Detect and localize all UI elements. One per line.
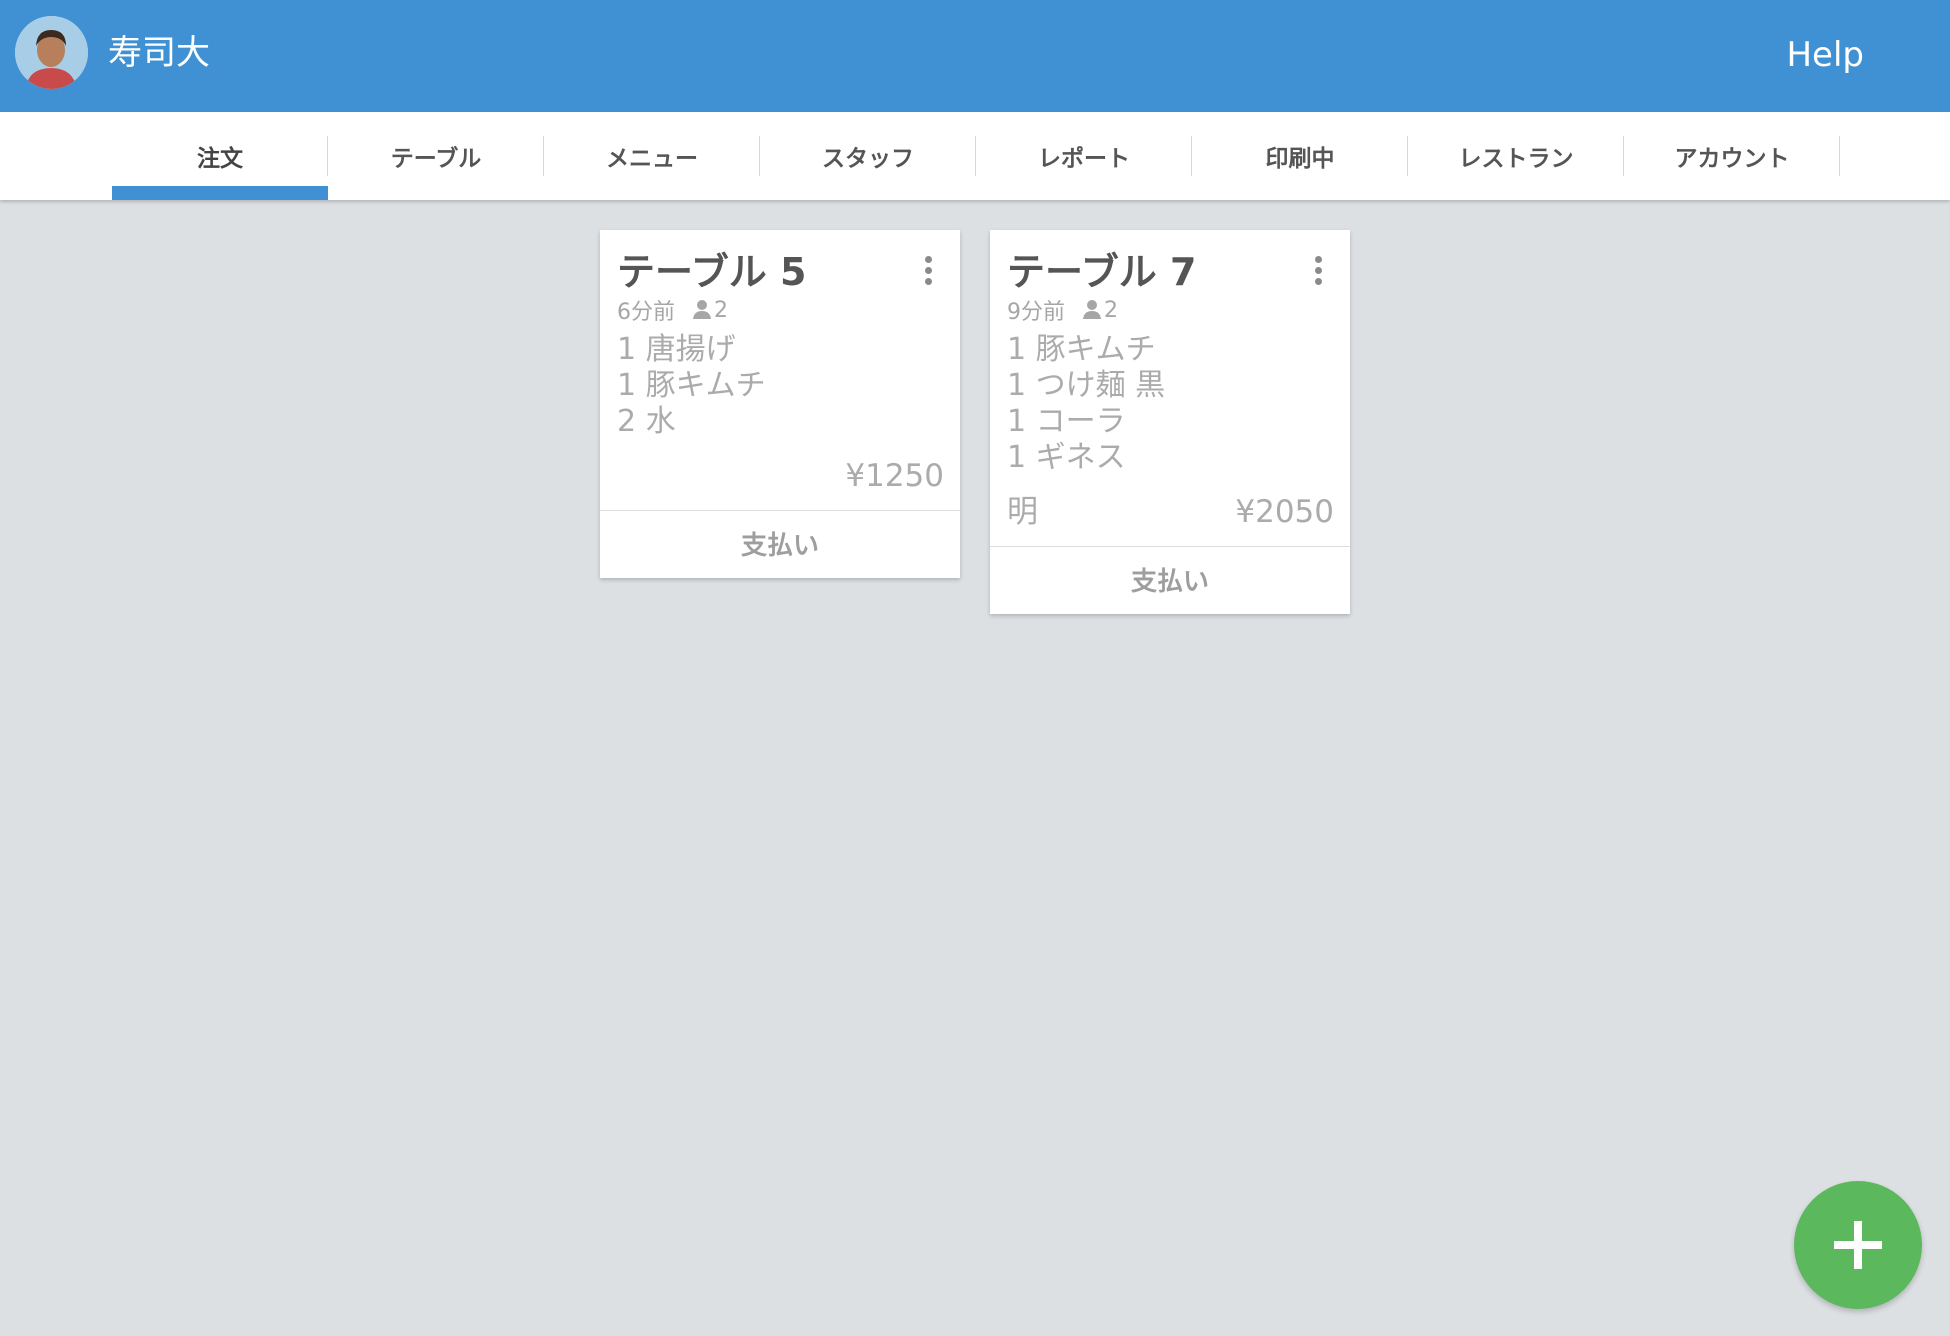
guest-count: 2 bbox=[714, 297, 728, 323]
tab-bar: 注文 テーブル メニュー スタッフ レポート 印刷中 レストラン アカウント bbox=[0, 112, 1950, 200]
order-item: 2 水 bbox=[617, 404, 676, 439]
tab-tables[interactable]: テーブル bbox=[328, 112, 544, 200]
plus-icon bbox=[1834, 1221, 1882, 1269]
restaurant-name: 寿司大 bbox=[108, 33, 210, 73]
kebab-icon[interactable] bbox=[1312, 256, 1324, 286]
person-icon bbox=[1083, 300, 1101, 319]
help-link[interactable]: Help bbox=[1786, 30, 1864, 80]
tab-restaurant[interactable]: レストラン bbox=[1408, 112, 1624, 200]
order-item: 1 唐揚げ bbox=[617, 332, 736, 367]
order-item: 1 豚キムチ bbox=[617, 368, 766, 403]
order-items: 1 豚キムチ 1 つけ麺 黒 1 コーラ 1 ギネス bbox=[1007, 332, 1165, 476]
order-item: 1 コーラ bbox=[1007, 404, 1126, 439]
order-card-table-5[interactable]: テーブル 5 6分前 2 1 唐揚げ 1 豚キムチ 2 水 ¥1250 支払い bbox=[600, 230, 960, 578]
order-item: 1 つけ麺 黒 bbox=[1007, 368, 1166, 403]
order-total: ¥2050 bbox=[1235, 494, 1334, 530]
order-meta: 6分前 2 bbox=[617, 294, 728, 326]
order-card-title: テーブル 5 bbox=[617, 250, 807, 294]
time-ago: 9分前 bbox=[1007, 300, 1065, 325]
tab-printing[interactable]: 印刷中 bbox=[1192, 112, 1408, 200]
order-card-title: テーブル 7 bbox=[1007, 250, 1197, 294]
order-meta: 9分前 2 bbox=[1007, 294, 1118, 326]
order-item: 1 豚キムチ bbox=[1007, 332, 1156, 367]
tab-account[interactable]: アカウント bbox=[1624, 112, 1840, 200]
order-card-table-7[interactable]: テーブル 7 9分前 2 1 豚キムチ 1 つけ麺 黒 1 コーラ 1 ギネス … bbox=[990, 230, 1350, 614]
tab-menu[interactable]: メニュー bbox=[544, 112, 760, 200]
time-ago: 6分前 bbox=[617, 300, 675, 325]
avatar-image bbox=[15, 16, 88, 89]
person-icon bbox=[693, 300, 711, 319]
tab-reports[interactable]: レポート bbox=[976, 112, 1192, 200]
top-bar: 寿司大 Help bbox=[0, 0, 1950, 112]
order-note: 明 bbox=[1007, 494, 1038, 530]
guest-count: 2 bbox=[1104, 297, 1118, 323]
tabs: 注文 テーブル メニュー スタッフ レポート 印刷中 レストラン アカウント bbox=[112, 112, 1840, 200]
tab-orders[interactable]: 注文 bbox=[112, 112, 328, 200]
order-total: ¥1250 bbox=[845, 458, 944, 494]
add-order-button[interactable] bbox=[1794, 1181, 1922, 1309]
tab-staff[interactable]: スタッフ bbox=[760, 112, 976, 200]
order-items: 1 唐揚げ 1 豚キムチ 2 水 bbox=[617, 332, 766, 440]
order-item: 1 ギネス bbox=[1007, 440, 1126, 475]
avatar[interactable] bbox=[15, 16, 88, 89]
kebab-icon[interactable] bbox=[922, 256, 934, 286]
pay-button[interactable]: 支払い bbox=[600, 510, 960, 576]
pay-button[interactable]: 支払い bbox=[990, 546, 1350, 612]
